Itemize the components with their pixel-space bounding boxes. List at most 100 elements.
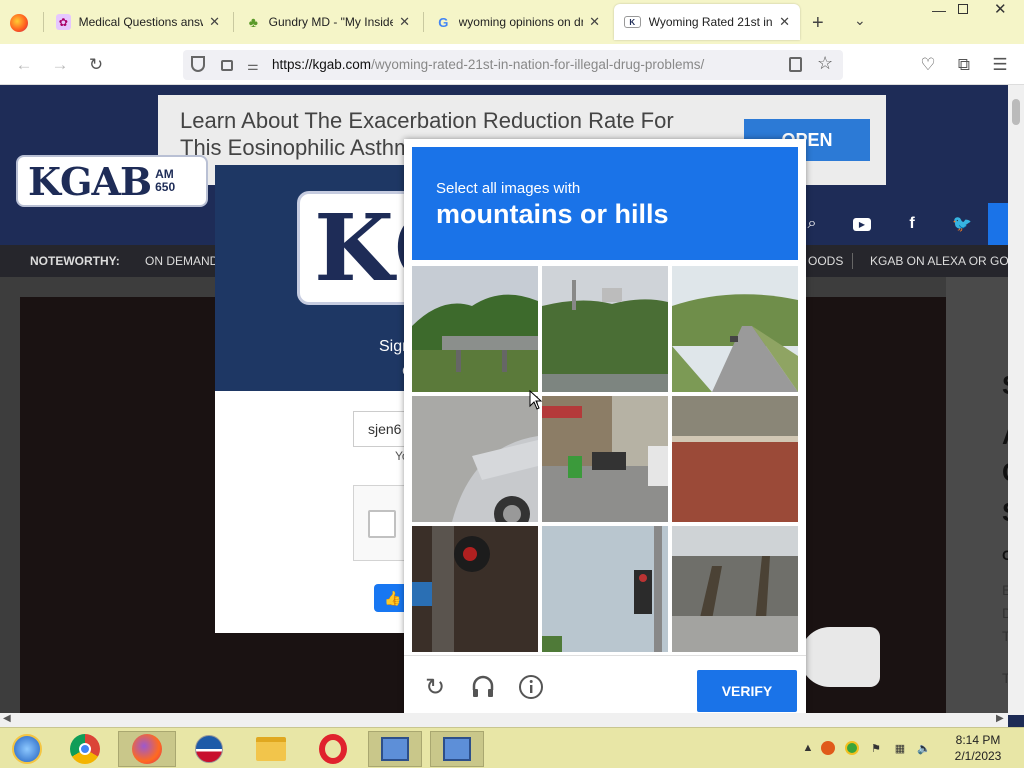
site-logo[interactable]: KGAB AM 650: [16, 155, 208, 207]
youtube-icon[interactable]: ▶: [838, 203, 886, 245]
captcha-tile-traffic-light-sky[interactable]: [542, 526, 668, 652]
tile-image: [542, 396, 668, 522]
folder-icon[interactable]: [244, 731, 298, 767]
new-tab-button[interactable]: +: [812, 12, 824, 35]
scroll-thumb[interactable]: [1012, 99, 1020, 125]
captcha-tile-street-scene[interactable]: [542, 396, 668, 522]
tab-gundry[interactable]: ♣ Gundry MD - "My Insides ✕: [236, 4, 420, 40]
info-circle-icon: [519, 675, 543, 699]
captcha-instruction: Select all images with: [436, 180, 581, 197]
close-window-button[interactable]: ✕: [994, 0, 1007, 18]
navigation-bar: ← → ↻ ⚌ https://kgab.com/wyoming-rated-2…: [0, 44, 1024, 85]
bookmark-star-icon[interactable]: ☆: [817, 53, 833, 74]
tray-app-icon[interactable]: [820, 740, 836, 756]
tile-image: [542, 266, 668, 392]
ie-icon[interactable]: [0, 731, 54, 767]
tray-app-icon-2[interactable]: [844, 740, 860, 756]
flag-icon[interactable]: ⚑: [868, 740, 884, 756]
logo-freq: 650: [155, 180, 176, 194]
close-tab-icon[interactable]: ✕: [779, 14, 790, 30]
reload-icon[interactable]: ↻: [422, 674, 448, 701]
restore-button[interactable]: [958, 4, 968, 14]
tab-separator: [43, 12, 44, 32]
vertical-scrollbar[interactable]: [1008, 85, 1024, 715]
captcha-target: mountains or hills: [436, 199, 669, 229]
logo-am: AM: [155, 167, 174, 181]
tray-up-arrow-icon[interactable]: ▲: [800, 740, 816, 756]
recaptcha-checkbox[interactable]: [368, 510, 396, 538]
captcha-header: Select all images with mountains or hill…: [412, 147, 798, 260]
list-tabs-chevron-icon[interactable]: ⌄: [854, 12, 866, 29]
tile-image: [672, 266, 798, 392]
nav-item-alexa[interactable]: KGAB ON ALEXA OR GOO: [870, 254, 1008, 268]
reader-view-icon[interactable]: [789, 57, 802, 72]
captcha-tile-hill-river[interactable]: [542, 266, 668, 392]
facebook-icon[interactable]: f: [888, 203, 936, 245]
forward-button[interactable]: →: [47, 52, 73, 78]
remote-icon[interactable]: [368, 731, 422, 767]
app-button[interactable]: [988, 203, 1008, 245]
opera-icon[interactable]: [306, 731, 360, 767]
twitter-icon[interactable]: 🐦: [938, 203, 986, 245]
clock-time: 8:14 PM: [955, 733, 1001, 747]
tab-medical-questions[interactable]: ✿ Medical Questions answer ✕: [46, 4, 230, 40]
kgab-icon: K: [624, 16, 641, 28]
tile-image: [672, 526, 798, 652]
nav-divider: [852, 253, 853, 269]
network-icon[interactable]: ▦: [892, 740, 908, 756]
tab-separator: [233, 12, 234, 32]
audio-icon[interactable]: [470, 674, 496, 700]
scroll-right-arrow-icon[interactable]: ▶: [996, 713, 1004, 724]
thumbs-up-icon: 👍: [384, 589, 402, 606]
firefox-icon[interactable]: [118, 731, 176, 767]
shield-icon[interactable]: [191, 56, 205, 72]
back-button[interactable]: ←: [11, 52, 37, 78]
remote-icon-2[interactable]: [430, 731, 484, 767]
horizontal-scrollbar[interactable]: ◀ ▶: [0, 713, 1008, 727]
captcha-tile-trees-street[interactable]: [672, 526, 798, 652]
tab-bar: ✿ Medical Questions answer ✕ ♣ Gundry MD…: [0, 0, 1024, 44]
tile-image: [412, 266, 538, 392]
sidebar-column: [946, 277, 1008, 715]
close-tab-icon[interactable]: ✕: [209, 14, 220, 30]
mouse-cursor-icon: [529, 390, 543, 410]
clock[interactable]: 8:14 PM 2/1/2023: [940, 732, 1016, 764]
url-bar[interactable]: ⚌ https://kgab.com/wyoming-rated-21st-in…: [183, 50, 843, 80]
info-icon[interactable]: [518, 674, 544, 700]
url-text[interactable]: https://kgab.com/wyoming-rated-21st-in-n…: [272, 57, 704, 72]
tile-image: [542, 526, 668, 652]
tab-separator: [423, 12, 424, 32]
tile-image: [412, 526, 538, 652]
volume-icon[interactable]: 🔈: [916, 740, 932, 756]
obama-icon[interactable]: [182, 731, 236, 767]
tile-image: [412, 396, 538, 522]
verify-button[interactable]: VERIFY: [697, 670, 797, 712]
noteworthy-label: NOTEWORTHY:: [30, 254, 120, 268]
captcha-tile-brick-wall[interactable]: [672, 396, 798, 522]
close-tab-icon[interactable]: ✕: [589, 14, 600, 30]
chrome-icon[interactable]: [58, 731, 112, 767]
lock-icon[interactable]: [221, 60, 233, 71]
permissions-icon[interactable]: ⚌: [247, 58, 259, 74]
headphones-icon: [472, 675, 494, 697]
hero-object: [800, 627, 880, 687]
minimize-button[interactable]: —: [932, 2, 946, 18]
taskbar: ▲ ⚑ ▦ 🔈 8:14 PM 2/1/2023: [0, 727, 1024, 768]
tab-wyoming-opinions[interactable]: G wyoming opinions on drugs ✕: [426, 4, 610, 40]
reload-button[interactable]: ↻: [83, 52, 109, 78]
close-tab-icon[interactable]: ✕: [399, 14, 410, 30]
google-icon: G: [438, 14, 449, 30]
scroll-left-arrow-icon[interactable]: ◀: [3, 713, 11, 724]
palm-icon: ♣: [248, 14, 258, 30]
captcha-tile-car-door[interactable]: [412, 396, 538, 522]
extensions-icon[interactable]: ⧉: [951, 52, 977, 78]
captcha-tile-hill-bridge[interactable]: [412, 266, 538, 392]
nav-item-oods[interactable]: OODS: [808, 254, 843, 268]
firefox-menu-icon[interactable]: [10, 14, 28, 32]
menu-icon[interactable]: ☰: [987, 52, 1013, 78]
captcha-tile-road-hills[interactable]: [672, 266, 798, 392]
pocket-icon[interactable]: ♡: [915, 52, 941, 78]
captcha-tile-traffic-light-dark[interactable]: [412, 526, 538, 652]
tab-wyoming-rated[interactable]: K Wyoming Rated 21st in Na ✕: [614, 4, 800, 40]
nav-item-on-demand[interactable]: ON DEMAND: [145, 254, 218, 268]
